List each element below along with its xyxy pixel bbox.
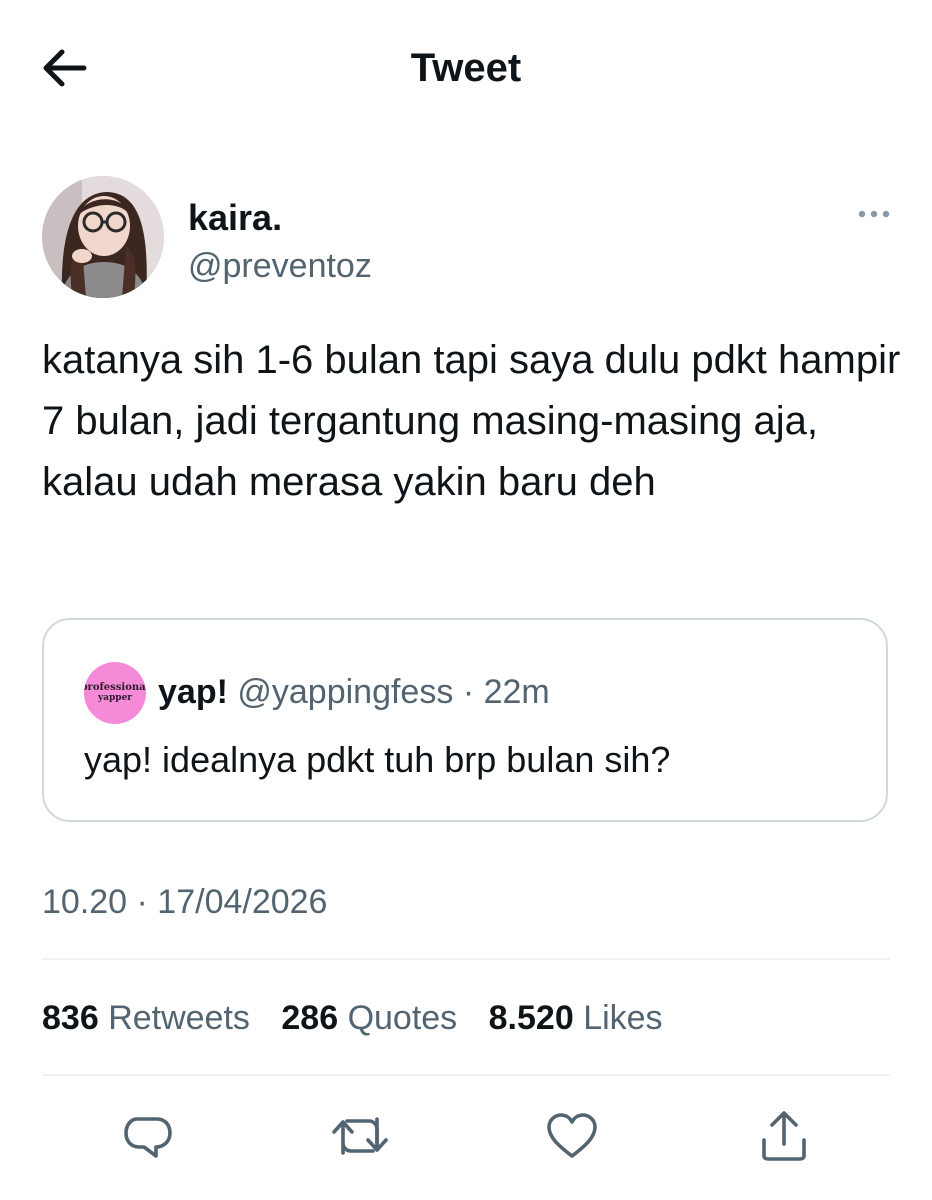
quotes-label: Quotes (347, 999, 458, 1037)
author-handle[interactable]: @preventoz (188, 246, 372, 286)
tweet-stats: 836 Retweets 286 Quotes 8.520 Likes (42, 996, 685, 1040)
like-button[interactable] (542, 1106, 602, 1166)
quote-meta: yap! @yappingfess · 22m (158, 670, 550, 714)
tweet-text: katanya sih 1-6 bulan tapi saya dulu pdk… (42, 338, 901, 504)
share-icon (762, 1111, 806, 1161)
quote-avatar-text-top: professional (84, 682, 146, 693)
quotes-count: 286 (281, 999, 339, 1037)
divider (42, 958, 890, 960)
quote-separator: · (462, 673, 475, 711)
retweet-button[interactable] (330, 1106, 390, 1166)
likes-stat[interactable]: 8.520 Likes (489, 996, 663, 1040)
likes-label: Likes (583, 999, 663, 1037)
quote-author-name: yap! (158, 673, 228, 711)
quote-text: yap! idealnya pdkt tuh brp bulan sih? (84, 739, 671, 780)
more-button[interactable] (856, 202, 892, 226)
tweet-author: kaira. @preventoz (42, 176, 892, 300)
avatar[interactable] (42, 176, 164, 298)
retweets-stat[interactable]: 836 Retweets (42, 996, 250, 1040)
divider (42, 1074, 890, 1076)
retweets-count: 836 (42, 999, 99, 1037)
quoted-tweet[interactable]: professional yapper yap! @yappingfess · … (42, 618, 888, 822)
quote-avatar[interactable]: professional yapper (84, 662, 146, 724)
retweet-icon (332, 1117, 388, 1155)
header: Tweet (0, 0, 932, 140)
author-name[interactable]: kaira. (188, 198, 282, 238)
avatar-image (42, 176, 164, 298)
reply-icon (124, 1117, 172, 1158)
retweets-label: Retweets (108, 999, 250, 1037)
quote-time: 22m (483, 673, 550, 711)
likes-count: 8.520 (488, 999, 574, 1037)
tweet-timestamp[interactable]: 10.20 · 17/04/2026 (42, 880, 327, 924)
tweet-actions (0, 1106, 932, 1170)
share-button[interactable] (754, 1106, 814, 1166)
quote-author-handle: @yappingfess (237, 673, 454, 711)
page-title: Tweet (410, 46, 522, 90)
quote-avatar-text-bottom: yapper (97, 693, 133, 703)
quotes-stat[interactable]: 286 Quotes (281, 996, 457, 1040)
more-horizontal-icon (858, 210, 890, 218)
heart-icon (547, 1113, 597, 1158)
reply-button[interactable] (118, 1106, 178, 1166)
